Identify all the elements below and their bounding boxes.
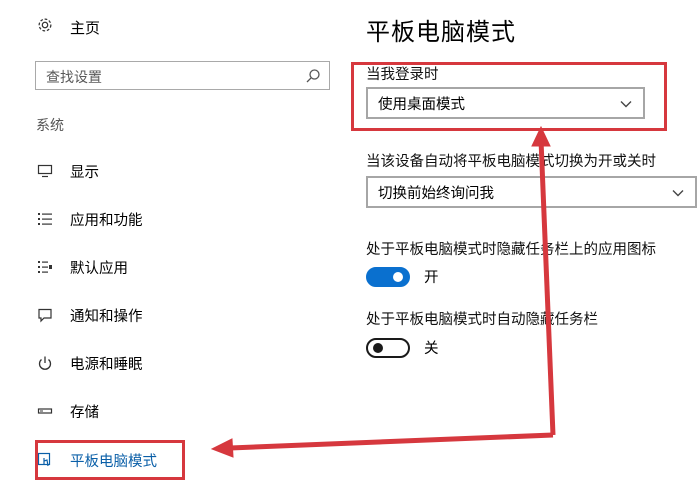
auto-switch-label: 当该设备自动将平板电脑模式切换为开或关时 <box>366 154 656 170</box>
gear-icon <box>36 16 54 38</box>
auto-hide-toggle[interactable] <box>366 337 410 358</box>
sidebar-item-default-apps[interactable]: 默认应用 <box>36 255 128 279</box>
sidebar-item-label: 通知和操作 <box>70 308 143 325</box>
sidebar-item-notifications[interactable]: 通知和操作 <box>36 303 143 327</box>
monitor-icon <box>36 162 54 180</box>
home-link[interactable]: 主页 <box>36 15 100 39</box>
annotation-box-tablet-mode <box>35 440 185 480</box>
hide-icons-toggle[interactable] <box>366 266 410 287</box>
default-apps-icon <box>36 258 54 276</box>
search-placeholder: 查找设置 <box>46 70 102 86</box>
sidebar-item-power[interactable]: 电源和睡眠 <box>36 351 143 375</box>
toggle-knob <box>393 271 403 282</box>
search-input[interactable]: 查找设置 <box>35 61 330 90</box>
sidebar-item-storage[interactable]: 存储 <box>36 399 99 423</box>
home-label: 主页 <box>70 18 101 37</box>
power-icon <box>36 354 54 372</box>
page-title: 平板电脑模式 <box>366 18 516 46</box>
hide-icons-state: 开 <box>424 270 439 286</box>
sidebar-item-label: 应用和功能 <box>70 212 143 229</box>
toggle-knob <box>373 342 383 353</box>
sidebar-item-apps[interactable]: 应用和功能 <box>36 207 143 231</box>
sidebar-item-display[interactable]: 显示 <box>36 159 99 183</box>
auto-switch-value: 切换前始终询问我 <box>378 185 494 202</box>
sidebar-item-label: 显示 <box>70 164 99 181</box>
annotation-box-signin <box>351 62 667 131</box>
hide-icons-toggle-row: 开 <box>366 266 439 287</box>
section-heading-system: 系统 <box>36 118 64 134</box>
auto-switch-dropdown[interactable]: 切换前始终询问我 <box>366 176 697 208</box>
sidebar-item-label: 默认应用 <box>70 260 128 277</box>
message-icon <box>36 306 54 324</box>
auto-hide-toggle-row: 关 <box>366 337 439 358</box>
list-icon <box>36 210 54 228</box>
auto-hide-label: 处于平板电脑模式时自动隐藏任务栏 <box>366 312 598 328</box>
arrow-left-head <box>210 438 234 458</box>
sidebar-item-label: 存储 <box>70 404 99 421</box>
sidebar-item-label: 电源和睡眠 <box>70 356 143 373</box>
hide-icons-label: 处于平板电脑模式时隐藏任务栏上的应用图标 <box>366 242 656 258</box>
arrow-left-line <box>229 432 554 451</box>
storage-icon <box>36 402 54 420</box>
auto-hide-state: 关 <box>424 341 439 357</box>
